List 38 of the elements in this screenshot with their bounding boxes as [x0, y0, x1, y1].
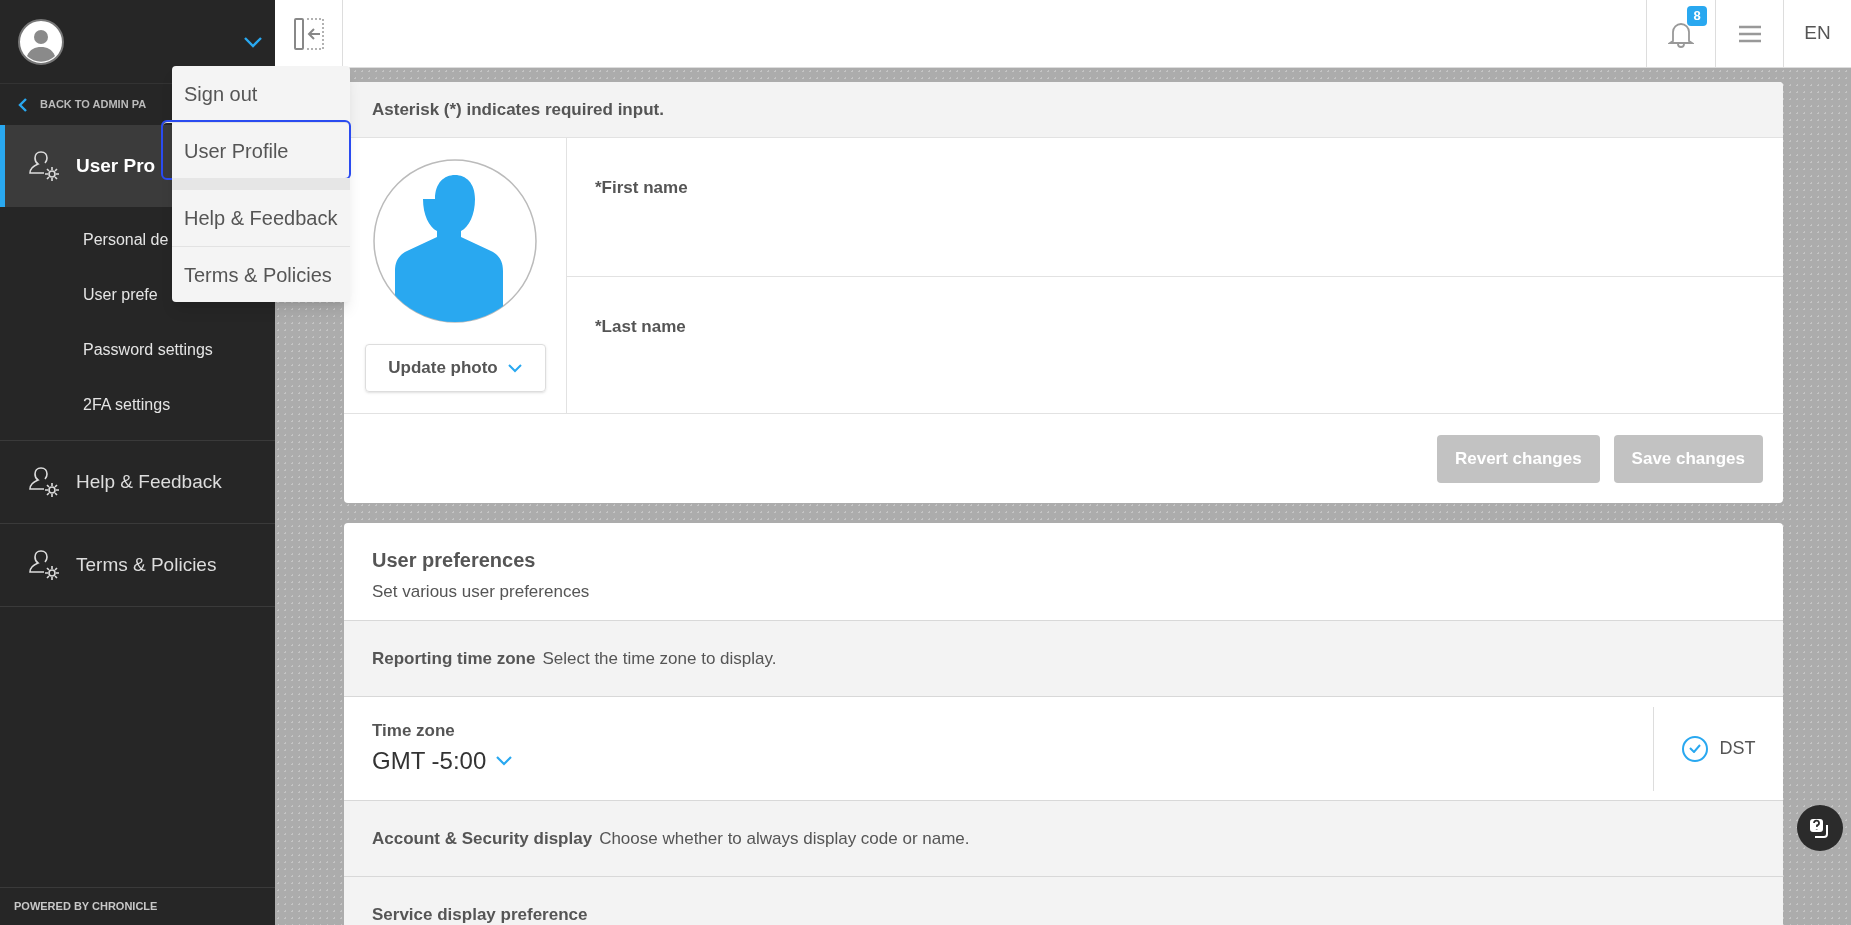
notification-badge: 8: [1687, 6, 1707, 26]
avatar-icon[interactable]: [18, 18, 64, 65]
menu-icon[interactable]: [1738, 24, 1761, 43]
required-note: Asterisk (*) indicates required input.: [372, 98, 664, 121]
language-button[interactable]: EN: [1804, 19, 1831, 48]
menu-item[interactable]: Sign out: [172, 66, 350, 122]
row-description: Select the time zone to display.: [542, 647, 777, 670]
menu-item[interactable]: User Profile: [163, 122, 349, 178]
field-label: *First name: [595, 178, 688, 197]
time-zone-select[interactable]: GMT -5:00: [372, 743, 1653, 780]
chevron-down-icon: [496, 756, 513, 767]
row-title: Account & Security display: [372, 827, 593, 850]
section-title: User preferences: [372, 548, 537, 573]
row-title: Reporting time zone: [372, 647, 536, 670]
sidebar-subitem[interactable]: 2FA settings: [0, 377, 275, 432]
sidebar-subitem[interactable]: Password settings: [0, 322, 275, 377]
sidebar-item[interactable]: Help & Feedback: [0, 441, 275, 523]
sidebar-item[interactable]: Terms & Policies: [0, 524, 275, 606]
chevron-down-icon: [507, 363, 522, 373]
footer-text: POWERED BY CHRONICLE: [14, 899, 158, 915]
field-label: *Last name: [595, 317, 686, 336]
user-gear-icon: [27, 548, 61, 582]
section-subtitle: Set various user preferences: [372, 581, 591, 603]
chevron-down-icon[interactable]: [243, 35, 263, 48]
row-title: Service display preference: [372, 903, 588, 925]
checkbox-label: DST: [1719, 737, 1756, 760]
help-chat-button[interactable]: [1797, 805, 1843, 851]
collapse-sidebar-icon[interactable]: [292, 16, 325, 51]
check-icon: [1688, 744, 1701, 753]
update-photo-button[interactable]: Update photo: [364, 344, 546, 392]
field-label: Time zone: [372, 719, 456, 742]
user-gear-icon: [27, 465, 61, 499]
chevron-left-icon[interactable]: [18, 96, 28, 113]
back-link[interactable]: BACK TO ADMIN PA: [40, 96, 147, 113]
row-description: Choose whether to always display code or name.: [599, 827, 970, 850]
dst-checkbox[interactable]: [1681, 735, 1708, 762]
menu-item[interactable]: Terms & Policies: [172, 246, 350, 302]
user-gear-icon: [27, 149, 61, 183]
